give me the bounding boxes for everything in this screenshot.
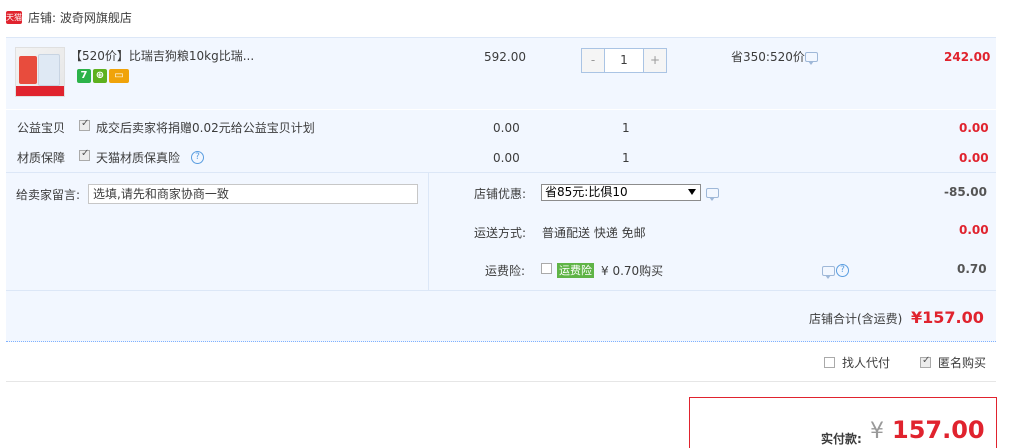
shipping-label: 运送方式: — [474, 226, 527, 240]
shop-name[interactable]: 店铺: 波奇网旗舰店 — [28, 10, 132, 26]
shipping-value: 普通配送 快递 免邮 — [542, 226, 646, 240]
divider — [428, 173, 429, 290]
service-desc: 天猫材质保真险 — [96, 151, 181, 165]
payment-currency: ¥ — [870, 419, 884, 444]
service-qty: 1 — [622, 121, 630, 135]
shop-total-value: ¥157.00 — [911, 308, 984, 327]
qty-plus-button[interactable]: + — [644, 49, 666, 72]
shop-discount-amount: -85.00 — [944, 185, 987, 199]
product-tags: 7 ⊕ ▭ — [77, 69, 129, 83]
promo-text: 省350:520价 — [731, 50, 805, 64]
freight-insurance-label: 运费险: — [485, 264, 526, 278]
tmall-logo: 天猫 — [6, 11, 22, 24]
payment-label: 实付款: — [821, 432, 862, 446]
shop-discount-label: 店铺优惠: — [474, 187, 527, 201]
message-value: 选填,请先和商家协商一致 — [93, 187, 229, 201]
freight-insurance-checkbox[interactable] — [541, 263, 552, 274]
seven-day-return-icon: 7 — [77, 69, 91, 83]
divider — [6, 172, 996, 173]
anonymous-label[interactable]: 匿名购买 — [938, 355, 986, 371]
message-input[interactable]: 选填,请先和商家协商一致 — [88, 184, 418, 204]
freight-insurance-tag: 运费险 — [557, 263, 594, 278]
guarantee-icon: ⊕ — [93, 69, 107, 83]
credit-card-icon: ▭ — [109, 69, 129, 83]
comment-icon[interactable] — [706, 188, 719, 201]
quantity-stepper: - 1 + — [581, 48, 667, 73]
service-name: 公益宝贝 — [17, 121, 66, 135]
service-total: 0.00 — [959, 121, 989, 135]
freight-insurance-amount: 0.70 — [957, 262, 987, 276]
service-desc: 成交后卖家将捐赠0.02元给公益宝贝计划 — [96, 121, 315, 135]
freight-insurance-desc: ¥ 0.70购买 — [601, 264, 664, 278]
unit-price: 592.00 — [484, 50, 526, 64]
product-thumbnail[interactable] — [15, 47, 65, 97]
payment-amount: 157.00 — [892, 416, 985, 444]
item-subtotal: 242.00 — [944, 50, 991, 64]
service-checkbox[interactable] — [79, 118, 90, 131]
qty-minus-button[interactable]: - — [582, 49, 604, 72]
chevron-down-icon — [688, 189, 696, 195]
help-icon[interactable]: ? — [191, 151, 204, 164]
service-name: 材质保障 — [17, 151, 66, 165]
shop-discount-select[interactable]: 省85元:比俱10 — [541, 184, 701, 201]
divider — [6, 290, 996, 291]
product-title[interactable]: 【520价】比瑞吉狗粮10kg比瑞... — [70, 48, 254, 64]
divider — [6, 381, 996, 382]
proxy-pay-checkbox[interactable] — [824, 357, 835, 368]
shop-total-label: 店铺合计(含运费) — [809, 312, 903, 326]
divider — [6, 109, 996, 110]
comment-icon[interactable] — [805, 52, 818, 65]
service-total: 0.00 — [959, 151, 989, 165]
service-price: 0.00 — [493, 121, 520, 135]
comment-icon[interactable] — [822, 266, 835, 279]
shop-discount-selected: 省85元:比俱10 — [545, 185, 628, 199]
proxy-pay-label[interactable]: 找人代付 — [842, 355, 890, 371]
anonymous-checkbox[interactable] — [920, 355, 931, 368]
qty-input[interactable]: 1 — [604, 49, 644, 72]
service-qty: 1 — [622, 151, 630, 165]
shipping-amount: 0.00 — [959, 223, 989, 237]
service-checkbox[interactable] — [79, 148, 90, 161]
service-price: 0.00 — [493, 151, 520, 165]
help-icon[interactable]: ? — [836, 264, 849, 277]
message-label: 给卖家留言: — [16, 188, 81, 202]
